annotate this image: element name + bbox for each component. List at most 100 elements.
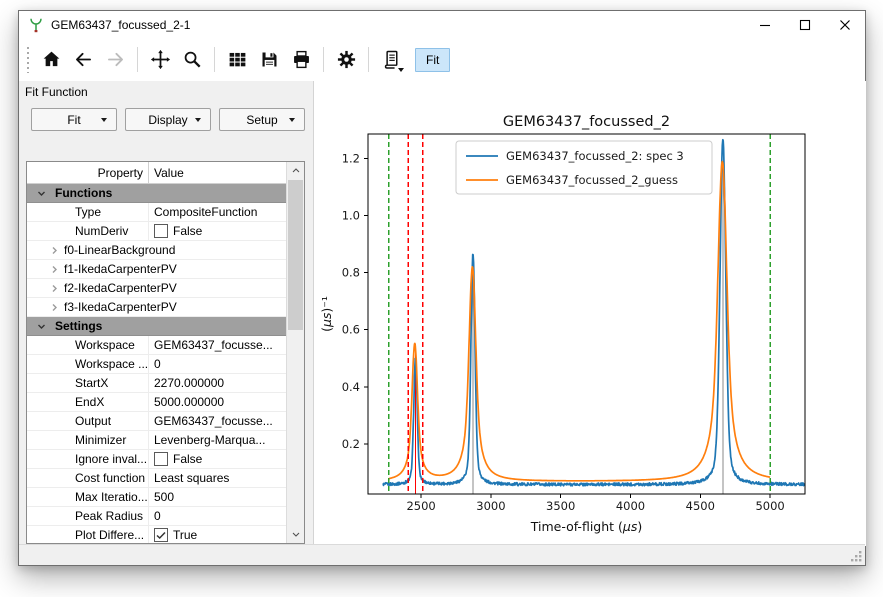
legend: GEM63437_focussed_2: spec 3GEM63437_focu… — [456, 141, 712, 194]
property-value[interactable]: Least squares — [149, 471, 287, 485]
resize-grip[interactable] — [850, 550, 862, 562]
property-value[interactable]: Levenberg-Marqua... — [149, 433, 287, 447]
property-label: Type — [27, 203, 149, 221]
property-label: Cost function — [27, 469, 149, 487]
y-tick-label: 0.8 — [342, 266, 360, 280]
property-label: StartX — [27, 374, 149, 392]
chevron-collapsed-icon[interactable] — [50, 303, 59, 312]
property-value[interactable]: 0 — [149, 509, 287, 523]
dropdown-caret-icon — [398, 68, 404, 72]
y-tick-label: 1.0 — [342, 208, 360, 222]
generate-script-button[interactable] — [377, 46, 405, 74]
chevron-expanded-icon[interactable] — [37, 322, 46, 331]
property-label: Ignore inval... — [27, 450, 149, 468]
table-scrollbar[interactable] — [286, 162, 304, 543]
display-menu-button[interactable]: Display — [125, 108, 211, 131]
fit-toggle-button[interactable]: Fit — [415, 48, 450, 72]
property-label: Peak Radius — [27, 507, 149, 525]
property-value[interactable]: 500 — [149, 490, 287, 504]
property-value[interactable]: 5000.000000 — [149, 395, 287, 409]
save-button[interactable] — [255, 46, 283, 74]
property-table: Property Value FunctionsTypeCompositeFun… — [26, 161, 305, 544]
table-group-row[interactable]: Settings — [27, 317, 287, 336]
customize-gear-button[interactable] — [332, 46, 360, 74]
table-row[interactable]: Peak Radius0 — [27, 507, 287, 526]
forward-button[interactable] — [101, 46, 129, 74]
zoom-button[interactable] — [178, 46, 206, 74]
chevron-down-icon — [101, 118, 107, 122]
x-tick-label: 3500 — [546, 499, 575, 513]
property-value[interactable]: CompositeFunction — [149, 205, 287, 219]
scroll-down-icon[interactable] — [287, 526, 304, 543]
close-button[interactable] — [825, 11, 865, 38]
table-row[interactable]: NumDerivFalse — [27, 222, 287, 241]
x-tick-label: 4500 — [686, 499, 715, 513]
checkbox[interactable] — [154, 528, 168, 542]
scrollbar-thumb[interactable] — [288, 180, 303, 330]
table-row[interactable]: MinimizerLevenberg-Marqua... — [27, 431, 287, 450]
y-tick-label: 0.6 — [342, 323, 360, 337]
property-value[interactable]: GEM63437_focusse... — [149, 338, 287, 352]
plot-toolbar: Fit — [19, 38, 865, 81]
checkbox[interactable] — [154, 224, 168, 238]
table-row[interactable]: TypeCompositeFunction — [27, 203, 287, 222]
table-row[interactable]: StartX2270.000000 — [27, 374, 287, 393]
table-row[interactable]: EndX5000.000000 — [27, 393, 287, 412]
minimize-button[interactable] — [745, 11, 785, 38]
mantid-logo-icon — [28, 17, 44, 33]
table-row[interactable]: f1-IkedaCarpenterPV — [27, 260, 287, 279]
fit-function-panel: Fit Function Fit Display Setup Property … — [19, 81, 314, 544]
toolbar-separator — [137, 47, 138, 72]
titlebar: GEM63437_focussed_2-1 — [19, 11, 865, 38]
maximize-button[interactable] — [785, 11, 825, 38]
chevron-expanded-icon[interactable] — [37, 189, 46, 198]
y-axis-label: (μs)⁻¹ — [319, 296, 334, 332]
table-row[interactable]: f0-LinearBackground — [27, 241, 287, 260]
property-label: EndX — [27, 393, 149, 411]
plot-area[interactable]: GEM63437_focussed_2250030003500400045005… — [314, 81, 865, 544]
fit-plot-figure[interactable]: GEM63437_focussed_2250030003500400045005… — [314, 81, 866, 546]
property-label: Minimizer — [27, 431, 149, 449]
table-row[interactable]: f3-IkedaCarpenterPV — [27, 298, 287, 317]
chevron-collapsed-icon[interactable] — [50, 284, 59, 293]
value-column-header[interactable]: Value — [149, 162, 304, 183]
property-value[interactable]: False — [149, 452, 287, 466]
property-value[interactable]: False — [149, 224, 287, 238]
fit-menu-button[interactable]: Fit — [31, 108, 117, 131]
chevron-down-icon — [289, 118, 295, 122]
toolbar-separator — [214, 47, 215, 72]
chevron-collapsed-icon[interactable] — [50, 265, 59, 274]
table-row[interactable]: f2-IkedaCarpenterPV — [27, 279, 287, 298]
scroll-up-icon[interactable] — [287, 162, 304, 179]
table-row[interactable]: OutputGEM63437_focusse... — [27, 412, 287, 431]
legend-label: GEM63437_focussed_2: spec 3 — [506, 149, 684, 163]
table-row[interactable]: Plot Differe...True — [27, 526, 287, 544]
window-controls — [745, 11, 865, 38]
property-column-header[interactable]: Property — [27, 162, 149, 183]
y-tick-label: 1.2 — [342, 151, 360, 165]
property-value[interactable]: GEM63437_focusse... — [149, 414, 287, 428]
toolbar-drag-handle[interactable] — [26, 47, 29, 73]
checkbox[interactable] — [154, 452, 168, 466]
subplots-grid-button[interactable] — [223, 46, 251, 74]
property-value[interactable]: True — [149, 528, 287, 542]
property-value[interactable]: 0 — [149, 357, 287, 371]
table-row[interactable]: Ignore inval...False — [27, 450, 287, 469]
property-label: Output — [27, 412, 149, 430]
property-label: Plot Differe... — [27, 526, 149, 544]
home-button[interactable] — [37, 46, 65, 74]
table-row[interactable]: WorkspaceGEM63437_focusse... — [27, 336, 287, 355]
back-button[interactable] — [69, 46, 97, 74]
table-body: FunctionsTypeCompositeFunctionNumDerivFa… — [27, 184, 287, 543]
property-value[interactable]: 2270.000000 — [149, 376, 287, 390]
table-row[interactable]: Cost functionLeast squares — [27, 469, 287, 488]
y-tick-label: 0.4 — [342, 380, 360, 394]
setup-menu-button[interactable]: Setup — [219, 108, 305, 131]
table-group-row[interactable]: Functions — [27, 184, 287, 203]
statusbar — [19, 544, 865, 565]
table-row[interactable]: Workspace ...0 — [27, 355, 287, 374]
pan-button[interactable] — [146, 46, 174, 74]
chevron-collapsed-icon[interactable] — [50, 246, 59, 255]
print-button[interactable] — [287, 46, 315, 74]
table-row[interactable]: Max Iteratio...500 — [27, 488, 287, 507]
